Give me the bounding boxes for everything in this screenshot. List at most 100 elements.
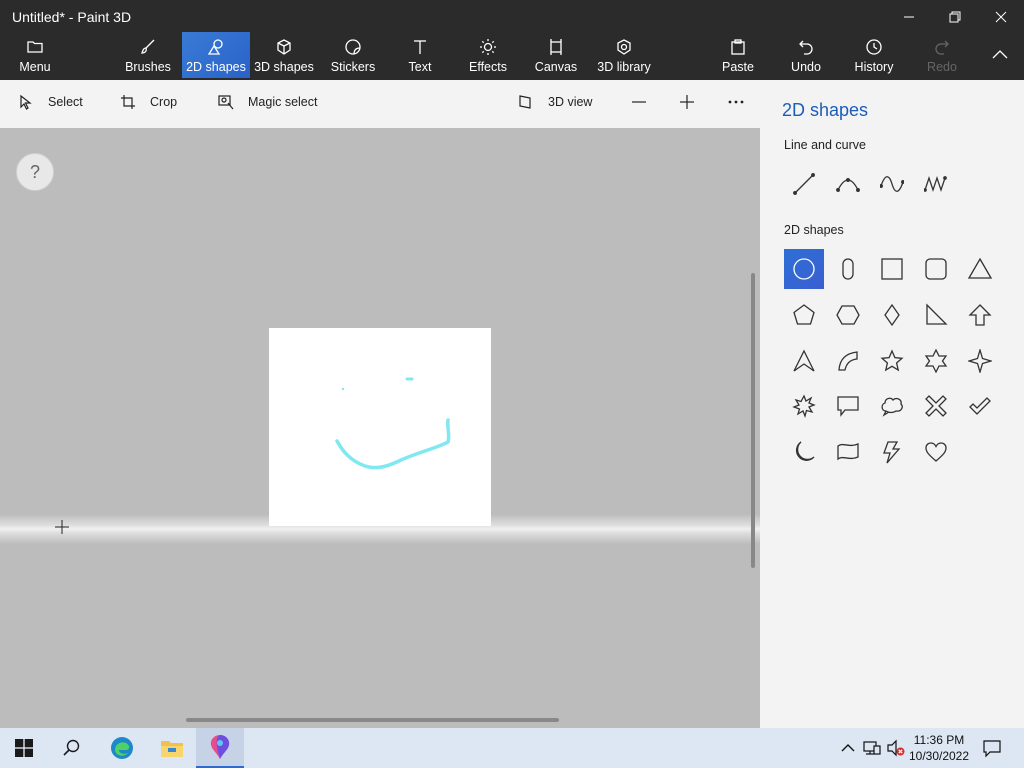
- restore-button[interactable]: [932, 0, 978, 34]
- diamond-shape[interactable]: [872, 295, 912, 335]
- burst-shape[interactable]: [784, 386, 824, 426]
- lightning-bolt-icon: [883, 441, 901, 464]
- heart-shape[interactable]: [916, 432, 956, 472]
- hexagon-shape[interactable]: [828, 295, 868, 335]
- pill-icon: [842, 258, 854, 280]
- smiley-drawing: [335, 377, 451, 470]
- cursor-arrow-icon: [20, 94, 32, 110]
- zoom-in-button[interactable]: [679, 94, 695, 110]
- title-bar: Untitled* - Paint 3D: [0, 0, 1024, 34]
- tab-3d-shapes[interactable]: 3D shapes: [252, 32, 316, 78]
- tab-effects[interactable]: Effects: [464, 32, 512, 78]
- triangle-shape[interactable]: [960, 249, 1000, 289]
- thought-bubble-shape[interactable]: [872, 386, 912, 426]
- quarter-circle-icon: [838, 351, 858, 371]
- wave-curve-icon: [924, 175, 947, 193]
- window-title: Untitled* - Paint 3D: [12, 9, 132, 25]
- select-label: Select: [48, 95, 83, 109]
- arrow-up-shape[interactable]: [960, 295, 1000, 335]
- tab-3d-library[interactable]: 3D library: [594, 32, 654, 78]
- menu-button[interactable]: Menu: [10, 32, 60, 78]
- circle-icon: [793, 258, 815, 280]
- rounded-square-shape[interactable]: [916, 249, 956, 289]
- redo-button[interactable]: Redo: [920, 32, 964, 78]
- paste-button[interactable]: Paste: [716, 32, 760, 78]
- crop-tool[interactable]: Crop: [120, 94, 177, 110]
- brush-icon: [140, 39, 155, 54]
- tab-text[interactable]: Text: [396, 32, 444, 78]
- tab-stickers[interactable]: Stickers: [326, 32, 380, 78]
- star-5-shape[interactable]: [872, 341, 912, 381]
- clock-time: 11:36 PM: [913, 733, 965, 747]
- pentagon-shape[interactable]: [784, 295, 824, 335]
- lightning-shape[interactable]: [872, 432, 912, 472]
- search-icon: [63, 739, 80, 756]
- line-section-label: Line and curve: [784, 138, 867, 152]
- curve-shape[interactable]: [828, 164, 868, 204]
- search-button[interactable]: [48, 728, 96, 768]
- edge-taskbar-button[interactable]: [98, 728, 146, 768]
- speech-bubble-icon: [837, 396, 859, 417]
- workspace[interactable]: ?: [0, 128, 760, 728]
- crop-label: Crop: [150, 95, 178, 109]
- star-6-shape[interactable]: [916, 341, 956, 381]
- s-curve-shape[interactable]: [872, 164, 912, 204]
- select-tool[interactable]: Select: [18, 94, 83, 110]
- volume-muted-icon[interactable]: [886, 738, 906, 758]
- tab-label: Stickers: [330, 60, 376, 74]
- diamond-icon: [884, 303, 900, 327]
- right-triangle-shape[interactable]: [916, 295, 956, 335]
- history-button[interactable]: History: [850, 32, 898, 78]
- tab-canvas[interactable]: Canvas: [532, 32, 580, 78]
- x-shape[interactable]: [916, 386, 956, 426]
- four-point-star-icon: [968, 349, 992, 373]
- toolbar: Select Crop Magic select 3D view: [0, 80, 760, 128]
- banner-shape[interactable]: [828, 432, 868, 472]
- s-curve-icon: [880, 176, 904, 192]
- square-shape[interactable]: [872, 249, 912, 289]
- system-clock[interactable]: 11:36 PM 10/30/2022: [904, 732, 974, 764]
- tab-label: Brushes: [125, 60, 171, 74]
- minimize-button[interactable]: [886, 0, 932, 34]
- undo-button[interactable]: Undo: [784, 32, 828, 78]
- notification-icon[interactable]: [982, 738, 1002, 758]
- file-explorer-taskbar-button[interactable]: [148, 728, 196, 768]
- canvas-icon: [550, 39, 562, 55]
- crescent-shape[interactable]: [784, 432, 824, 472]
- history-icon: [866, 39, 882, 55]
- tab-brushes[interactable]: Brushes: [118, 32, 178, 78]
- 3d-view-button[interactable]: 3D view: [518, 94, 592, 110]
- arrowhead-icon: [793, 349, 815, 372]
- tab-label: Canvas: [534, 60, 578, 74]
- checkmark-shape[interactable]: [960, 386, 1000, 426]
- pill-shape[interactable]: [828, 249, 868, 289]
- help-button[interactable]: ?: [16, 153, 54, 191]
- arrow-up-icon: [968, 304, 992, 326]
- close-button[interactable]: [978, 0, 1024, 34]
- star-icon: [880, 349, 904, 372]
- tab-2d-shapes[interactable]: 2D shapes: [182, 32, 250, 78]
- drawing-canvas[interactable]: [269, 328, 491, 526]
- star-4-shape[interactable]: [960, 341, 1000, 381]
- zoom-out-button[interactable]: [631, 94, 647, 110]
- wave-curve-shape[interactable]: [916, 164, 956, 204]
- file-explorer-icon: [161, 741, 183, 757]
- arrowhead-shape[interactable]: [784, 341, 824, 381]
- more-options-button[interactable]: [728, 94, 744, 110]
- sticker-icon: [345, 39, 361, 55]
- line-icon: [793, 173, 815, 195]
- circle-shape[interactable]: [784, 249, 824, 289]
- paint3d-taskbar-button[interactable]: [196, 728, 244, 768]
- quarter-circle-shape[interactable]: [828, 341, 868, 381]
- collapse-ribbon-button[interactable]: [982, 32, 1018, 78]
- magic-select-icon: [218, 95, 234, 110]
- vertical-scrollbar[interactable]: [751, 273, 755, 568]
- line-shape[interactable]: [784, 164, 824, 204]
- magic-select-tool[interactable]: Magic select: [218, 94, 317, 110]
- heart-icon: [925, 442, 947, 462]
- start-button[interactable]: [0, 728, 48, 768]
- speech-bubble-shape[interactable]: [828, 386, 868, 426]
- network-icon[interactable]: [862, 738, 882, 758]
- horizontal-scrollbar[interactable]: [186, 718, 559, 722]
- chevron-up-icon[interactable]: [838, 738, 858, 758]
